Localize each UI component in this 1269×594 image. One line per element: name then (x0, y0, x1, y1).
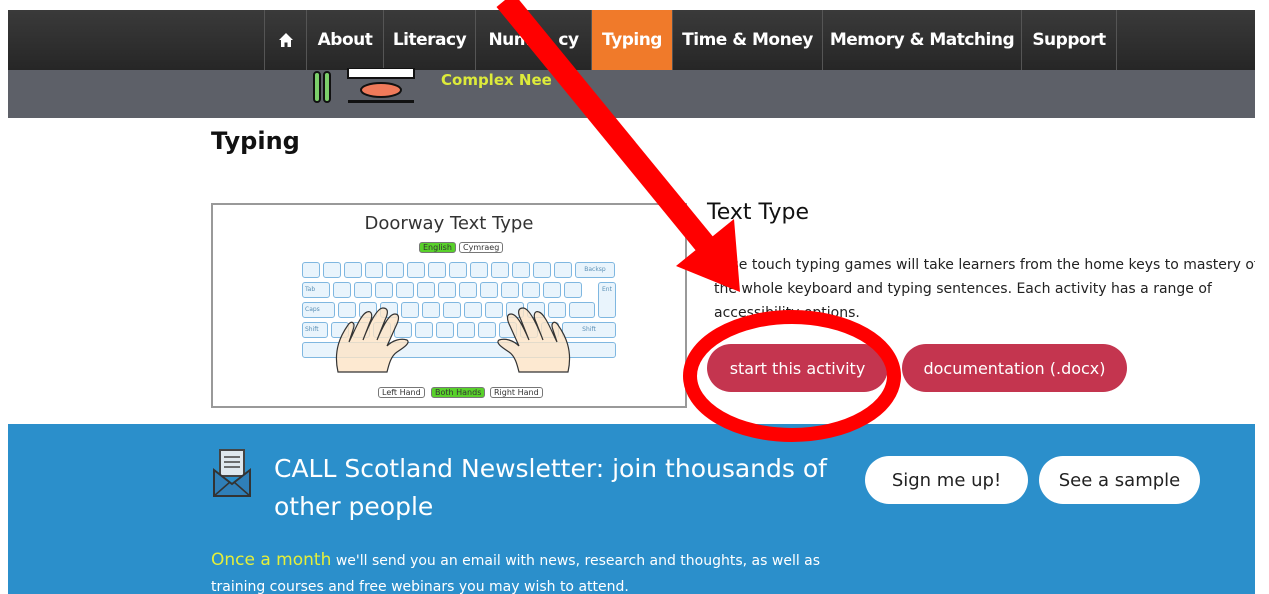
home-icon (278, 33, 293, 47)
activity-title: Text Type (707, 200, 810, 225)
top-nav: About Literacy Num cy Typing Time & Mone… (8, 10, 1255, 70)
newsletter-text: Once a month we'll send you an email wit… (211, 547, 851, 594)
documentation-button[interactable]: documentation (.docx) (902, 344, 1127, 392)
activity-description: hese touch typing games will take learne… (714, 257, 1255, 321)
see-sample-button[interactable]: See a sample (1039, 456, 1200, 504)
header-band (8, 70, 1255, 118)
thumbnail-title: Doorway Text Type (364, 213, 534, 234)
nav-support[interactable]: Support (1021, 10, 1117, 70)
page-frame: About Literacy Num cy Typing Time & Mone… (8, 10, 1255, 594)
site-tagline: Complex Nee (441, 71, 552, 89)
hands-illustration (335, 307, 571, 373)
lang-english-button[interactable]: English (419, 242, 456, 253)
site-logo[interactable] (308, 68, 418, 118)
right-hand-button[interactable]: Right Hand (490, 387, 543, 398)
left-hand-button[interactable]: Left Hand (378, 387, 425, 398)
nav-memory-matching[interactable]: Memory & Matching (822, 10, 1021, 70)
activity-thumbnail[interactable]: Doorway Text Type English Cymraeg Backsp… (211, 203, 687, 408)
newsletter-title: CALL Scotland Newsletter: join thousands… (274, 454, 827, 521)
sign-up-button[interactable]: Sign me up! (865, 456, 1028, 504)
lang-cymraeg-button[interactable]: Cymraeg (459, 242, 504, 253)
both-hands-button[interactable]: Both Hands (431, 387, 486, 398)
nav-typing[interactable]: Typing (591, 10, 672, 70)
nav-time-money[interactable]: Time & Money (672, 10, 822, 70)
nav-numeracy[interactable]: Num cy (475, 10, 591, 70)
page-title: Typing (211, 127, 300, 155)
nav-home[interactable] (264, 10, 306, 70)
start-activity-button[interactable]: start this activity (707, 344, 888, 392)
nav-about[interactable]: About (306, 10, 383, 70)
envelope-icon (213, 449, 251, 497)
nav-literacy[interactable]: Literacy (383, 10, 475, 70)
newsletter-highlight: Once a month (211, 550, 332, 570)
